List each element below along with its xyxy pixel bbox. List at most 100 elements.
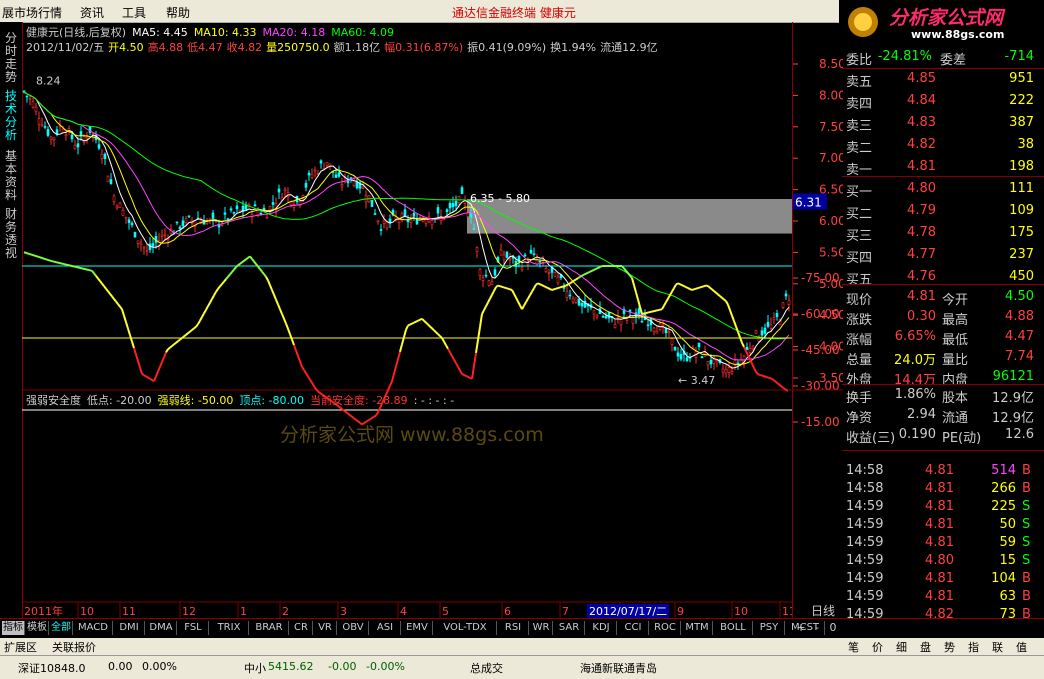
indicator-line xyxy=(106,289,108,292)
indicator-line xyxy=(236,265,238,267)
menu-news[interactable]: 资讯 xyxy=(80,4,104,21)
indicator-line xyxy=(768,378,770,379)
menu-market[interactable]: 展市场行情 xyxy=(2,4,62,21)
stat-value-2: 96121 xyxy=(972,369,1034,384)
indicator-line xyxy=(434,330,436,332)
stat-value: 4.81 xyxy=(872,289,936,304)
tab-technical[interactable]: 技术分析 xyxy=(2,90,20,142)
indicator-line xyxy=(698,287,700,288)
candle-body xyxy=(467,213,469,217)
indicator-tab-2[interactable]: 全部 xyxy=(50,621,73,635)
detail-tab-6[interactable]: 联 xyxy=(992,639,1003,655)
detail-tab-0[interactable]: 笔 xyxy=(848,639,859,655)
detail-tab-5[interactable]: 指 xyxy=(968,639,979,655)
indicator-tab-10[interactable]: VR xyxy=(314,621,337,635)
fin-value-2: 12.9亿 xyxy=(972,387,1034,406)
indicator-line xyxy=(670,292,672,296)
indicator-line xyxy=(418,320,420,321)
indicator-tab-17[interactable]: SAR xyxy=(554,621,585,635)
tab-ext-area[interactable]: 扩展区 xyxy=(4,639,37,655)
chart-area[interactable]: 健康元(日线,后复权)MA5: 4.45MA10: 4.33MA20: 4.18… xyxy=(22,22,792,618)
detail-tab-4[interactable]: 势 xyxy=(944,639,955,655)
status-mid-change: -0.00 xyxy=(328,660,356,673)
candle-body xyxy=(41,125,43,126)
indicator-line xyxy=(166,349,168,352)
indicator-line xyxy=(674,285,676,289)
indicator-line xyxy=(736,326,738,331)
indicator-line xyxy=(450,352,452,356)
indicator-tab-1[interactable]: 模板 xyxy=(26,621,49,635)
menu-help[interactable]: 帮助 xyxy=(166,4,190,21)
indicator-tab-5[interactable]: DMA xyxy=(146,621,177,635)
indicator-tab-11[interactable]: OBV xyxy=(338,621,369,635)
indicator-tab-4[interactable]: DMI xyxy=(114,621,145,635)
status-mid-label[interactable]: 中小 xyxy=(244,660,266,676)
indicator-tab-9[interactable]: CR xyxy=(290,621,313,635)
indicator-line xyxy=(498,286,500,287)
candle-body xyxy=(29,98,31,99)
indicator-tab-18[interactable]: KDJ xyxy=(586,621,617,635)
indicator-line xyxy=(762,376,764,377)
tab-related-quote[interactable]: 关联报价 xyxy=(52,639,96,655)
status-sz-index[interactable]: 深证10848.0 xyxy=(18,660,86,676)
indicator-line xyxy=(240,262,242,263)
buy-vol: 450 xyxy=(962,269,1034,284)
indicator-line xyxy=(542,285,544,286)
detail-tab-7[interactable]: 值 xyxy=(1016,639,1027,655)
indicator-line xyxy=(110,294,112,297)
indicator-line xyxy=(308,376,310,379)
indicator-tab-22[interactable]: BOLL xyxy=(714,621,753,635)
zoom-button-0[interactable]: + xyxy=(794,621,808,634)
indicator-tab-21[interactable]: MTM xyxy=(682,621,713,635)
candle-body xyxy=(254,205,256,206)
buy-price: 4.77 xyxy=(882,247,936,262)
candle-body xyxy=(632,317,634,323)
logo-text: 分析家公式网 xyxy=(889,3,1003,30)
indicator-tab-7[interactable]: TRIX xyxy=(210,621,249,635)
indicator-tab-14[interactable]: VOL-TDX xyxy=(434,621,497,635)
indicator-line xyxy=(600,266,602,267)
indicator-tab-15[interactable]: RSI xyxy=(498,621,529,635)
stat-row-0: 现价4.81今开4.50 xyxy=(842,288,1042,308)
indicator-line xyxy=(114,299,116,302)
zoom-button-2[interactable]: 0 xyxy=(826,621,840,634)
indicator-tab-20[interactable]: ROC xyxy=(650,621,681,635)
indicator-tab-16[interactable]: WR xyxy=(530,621,553,635)
tab-fundamentals[interactable]: 基本资料 xyxy=(2,150,20,202)
indicator-line xyxy=(700,287,702,288)
tab-financial[interactable]: 财务透视 xyxy=(2,208,20,260)
indicator-tab-3[interactable]: MACD xyxy=(74,621,113,635)
indicator-line xyxy=(680,284,682,285)
indicator-line xyxy=(376,413,378,416)
indicator-tab-6[interactable]: FSL xyxy=(178,621,209,635)
indicator-tab-0[interactable]: 指标 xyxy=(2,621,25,635)
candle-body xyxy=(140,243,142,245)
tick-time: 14:59 xyxy=(846,589,883,604)
candle-body xyxy=(698,343,700,347)
menu-tools[interactable]: 工具 xyxy=(122,4,146,21)
candle-body xyxy=(380,229,382,230)
sell-vol: 222 xyxy=(962,93,1034,108)
detail-tab-2[interactable]: 细 xyxy=(896,639,907,655)
sell-vol: 198 xyxy=(962,159,1034,174)
indicator-line xyxy=(592,270,594,271)
indicator-tab-13[interactable]: EMV xyxy=(402,621,433,635)
candle-body xyxy=(452,203,454,206)
indicator-line xyxy=(98,278,100,281)
indicator-line xyxy=(194,327,196,329)
indicator-line xyxy=(562,286,564,287)
indicator-tab-12[interactable]: ASI xyxy=(370,621,401,635)
candle-body xyxy=(374,213,376,214)
tab-intraday[interactable]: 分时走势 xyxy=(2,32,20,84)
detail-tab-1[interactable]: 价 xyxy=(872,639,883,655)
price-chart[interactable]: 8.246.35 - 5.80← 3.472011年10111212345678… xyxy=(22,22,792,618)
indicator-tab-23[interactable]: PSY xyxy=(754,621,785,635)
zoom-button-1[interactable]: - xyxy=(810,621,824,634)
indicator-line xyxy=(224,279,226,281)
candle-body xyxy=(494,270,496,276)
tick-time: 14:58 xyxy=(846,481,883,496)
candle-body xyxy=(707,361,709,365)
indicator-tab-19[interactable]: CCI xyxy=(618,621,649,635)
detail-tab-3[interactable]: 盘 xyxy=(920,639,931,655)
indicator-tab-8[interactable]: BRAR xyxy=(250,621,289,635)
